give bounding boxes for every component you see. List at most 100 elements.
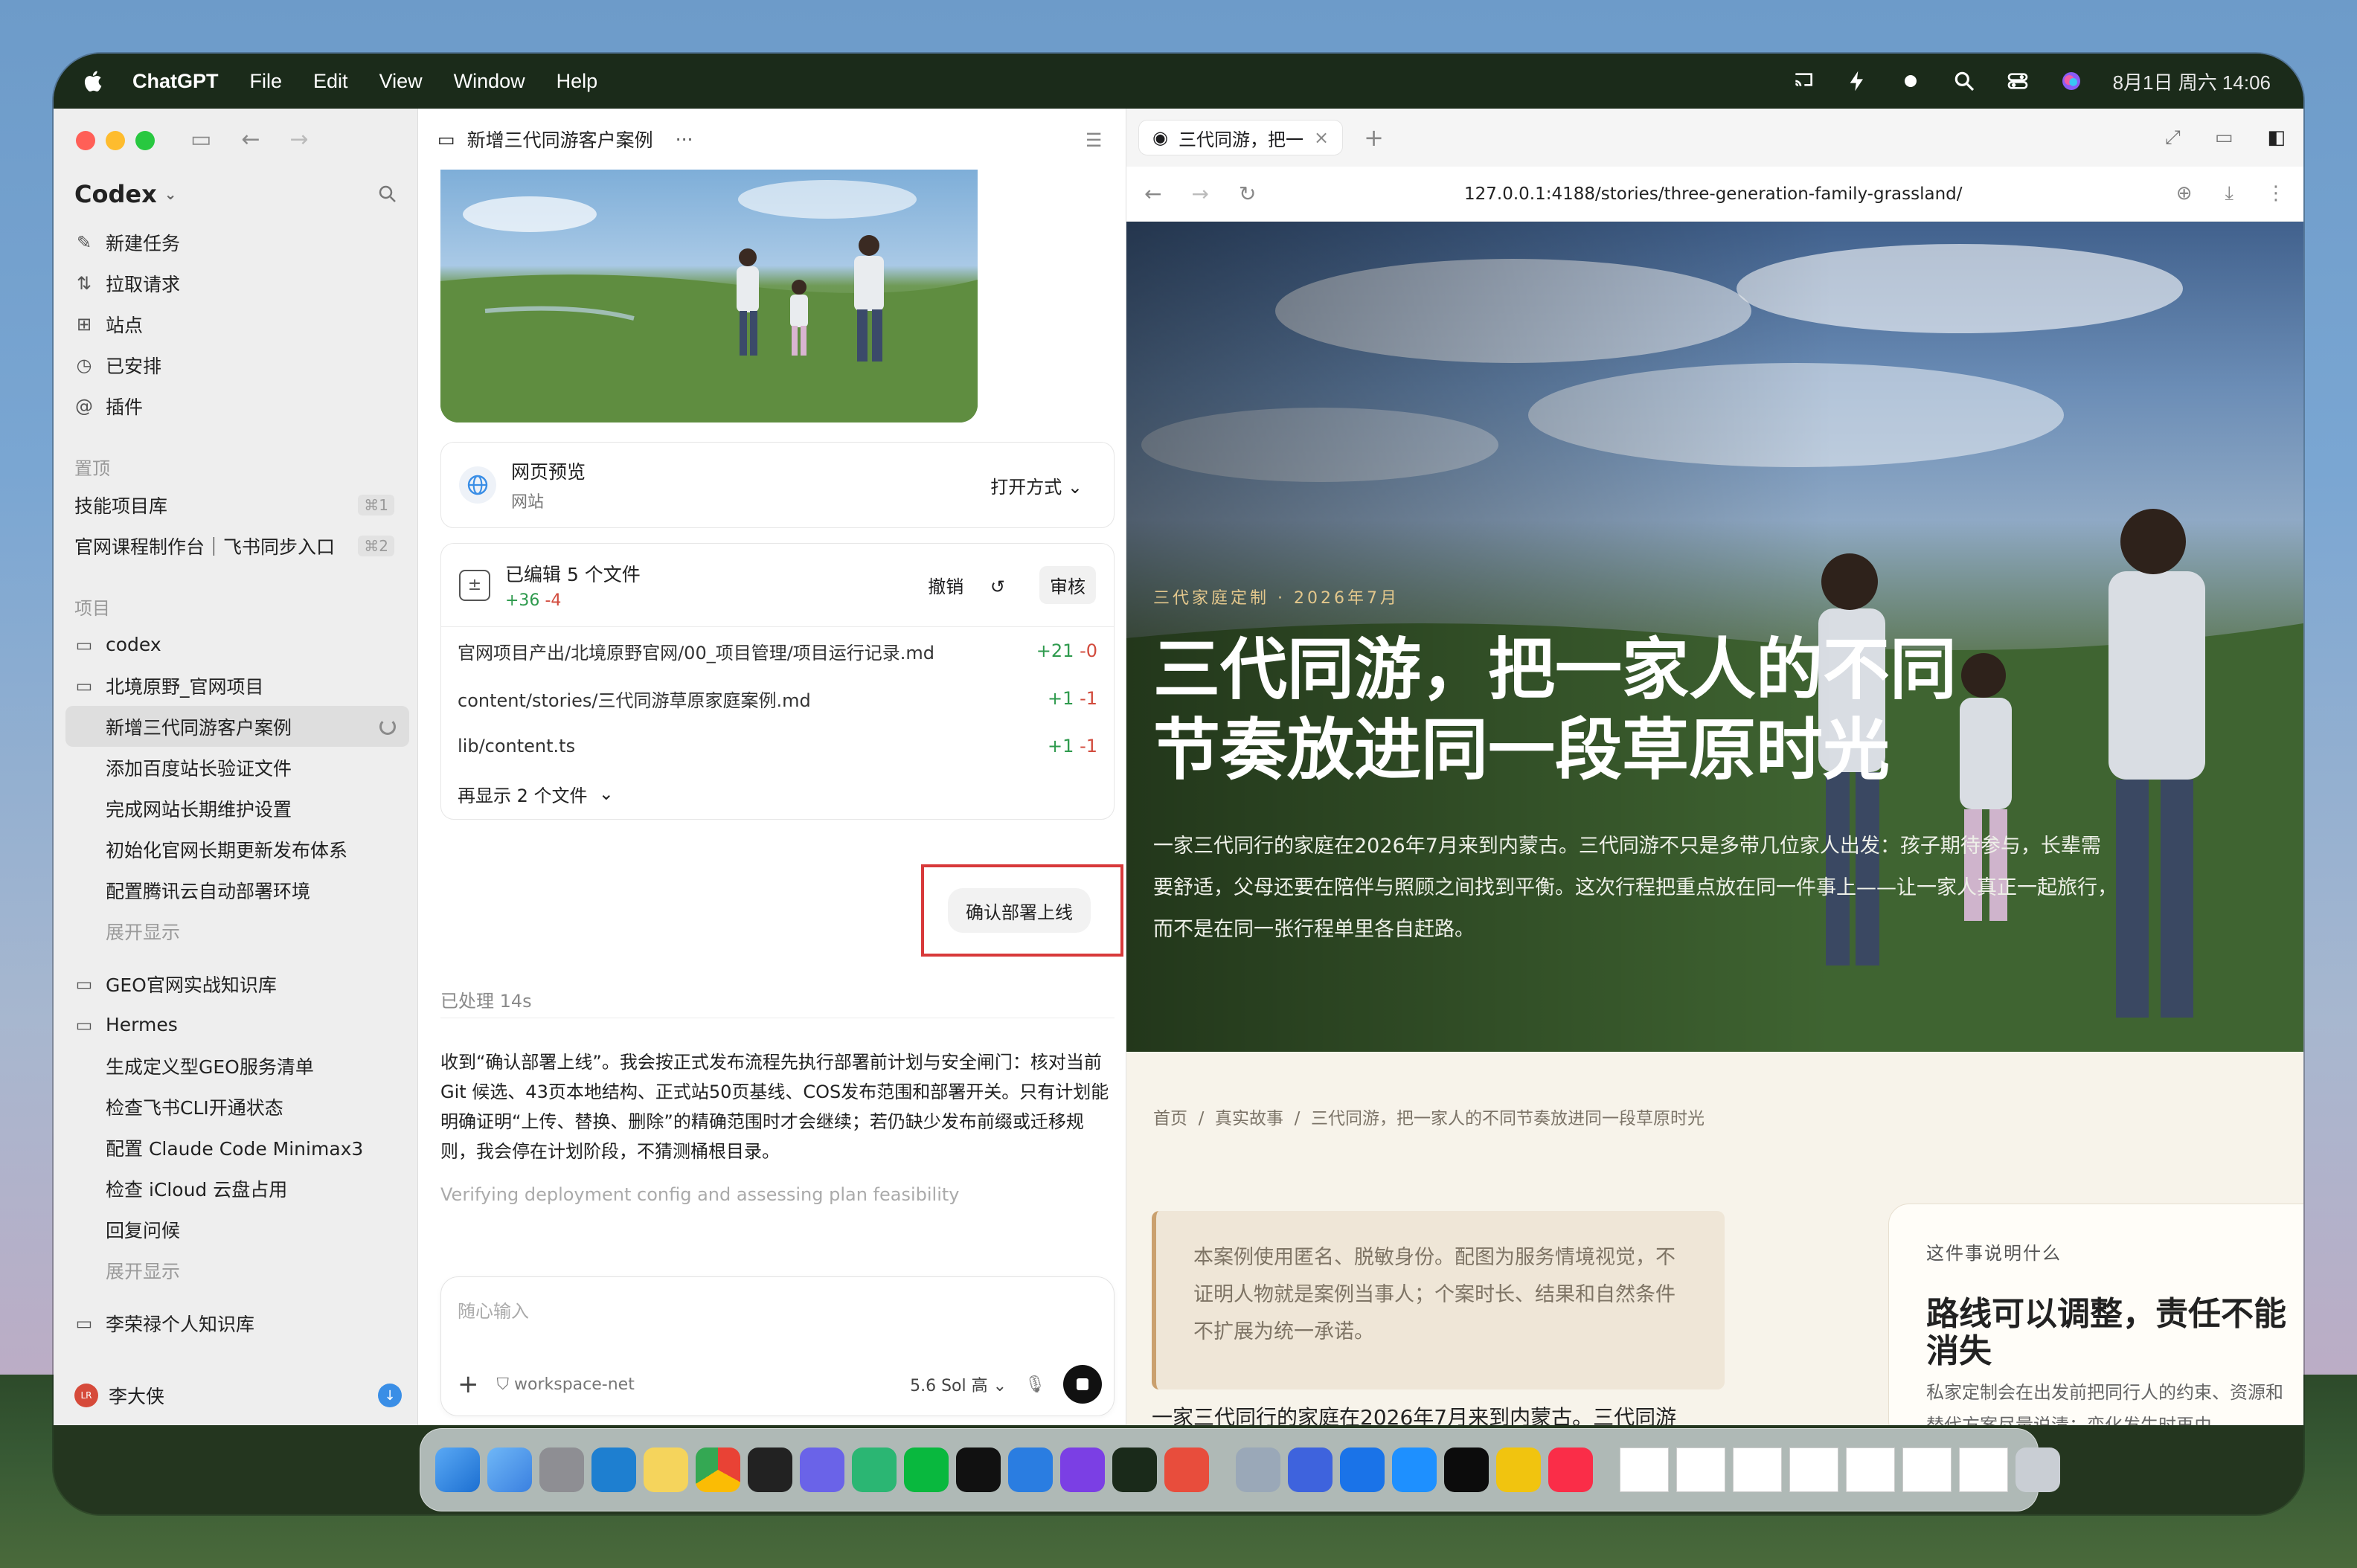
document-thumbnail[interactable] [1846, 1447, 1895, 1492]
lightning-app-icon[interactable] [1288, 1447, 1333, 1492]
breadcrumb-home[interactable]: 首页 [1153, 1109, 1187, 1128]
thread-item[interactable]: 生成定义型GEO服务清单 [74, 1045, 402, 1086]
reload-icon[interactable]: ↻ [1239, 181, 1256, 206]
more-menu-icon[interactable]: ⋮ [2266, 182, 2286, 205]
wave-app-icon[interactable] [1444, 1447, 1489, 1492]
file-row[interactable]: 官网项目产出/北境原野官网/00_项目管理/项目运行记录.md +21 -0 [441, 627, 1114, 675]
undo-button[interactable]: 撤销 ↺ [907, 566, 1026, 604]
thread-item[interactable]: 完成网站长期维护设置 [74, 788, 402, 829]
safari-icon[interactable] [1392, 1447, 1437, 1492]
apple-logo-icon[interactable] [80, 68, 107, 94]
composer-placeholder[interactable]: 随心输入 [458, 1297, 529, 1323]
workspace-selector[interactable]: ⛉ workspace-net [497, 1375, 635, 1394]
expand-icon[interactable]: ⤢ [2165, 126, 2181, 150]
list-view-icon[interactable]: ☰ [1085, 129, 1105, 151]
obsidian-icon[interactable] [1060, 1447, 1105, 1492]
menu-edit[interactable]: Edit [313, 70, 348, 93]
zoom-window-button[interactable] [135, 131, 155, 150]
close-tab-icon[interactable]: × [1314, 127, 1329, 148]
forward-arrow-icon[interactable]: → [1191, 181, 1208, 206]
menu-file[interactable]: File [250, 70, 283, 93]
chrome-icon[interactable] [696, 1447, 740, 1492]
file-row[interactable]: lib/content.ts +1 -1 [441, 722, 1114, 770]
activity-monitor-icon[interactable] [1112, 1447, 1157, 1492]
menu-help[interactable]: Help [557, 70, 598, 93]
document-thumbnail[interactable] [1959, 1447, 2008, 1492]
notes-icon[interactable] [644, 1447, 688, 1492]
pinned-item-skills[interactable]: 技能项目库 ⌘1 [74, 484, 402, 525]
open-with-button[interactable]: 打开方式 ⌄ [977, 464, 1096, 506]
thread-item[interactable]: 添加百度站长验证文件 [74, 747, 402, 788]
bird-app-icon[interactable] [1008, 1447, 1053, 1492]
sidebar-toggle-icon[interactable]: ▭ [190, 126, 211, 152]
user-account[interactable]: LR 李大侠 ↓ [74, 1382, 402, 1409]
model-selector[interactable]: 5.6 Sol 高 ⌄ [910, 1372, 1007, 1396]
document-thumbnail[interactable] [1620, 1447, 1669, 1492]
record-dot-icon[interactable] [1899, 69, 1923, 93]
show-more-files-button[interactable]: 再显示 2 个文件 ⌄ [441, 770, 1114, 817]
workspace-switcher[interactable]: Codex ⌄ [74, 180, 176, 208]
mail-icon[interactable] [487, 1447, 532, 1492]
music-icon[interactable] [1548, 1447, 1593, 1492]
review-button[interactable]: 审核 [1039, 566, 1096, 604]
stop-button[interactable] [1063, 1365, 1102, 1404]
thread-item-active[interactable]: 新增三代同游客户案例 [65, 706, 409, 747]
sidebar-item-pull-requests[interactable]: ⇅ 拉取请求 [74, 263, 402, 303]
web-preview-card[interactable]: 网页预览 网站 打开方式 ⌄ [440, 442, 1115, 528]
document-thumbnail[interactable] [1676, 1447, 1725, 1492]
browser-tab[interactable]: ◉ 三代同游，把一 × [1138, 120, 1344, 155]
menu-view[interactable]: View [379, 70, 423, 93]
document-thumbnail[interactable] [1733, 1447, 1782, 1492]
sidebar-item-plugins[interactable]: @ 插件 [74, 385, 402, 426]
thread-item[interactable]: 初始化官网长期更新发布体系 [74, 829, 402, 870]
project-personal[interactable]: ▭ 李荣禄个人知识库 [74, 1302, 402, 1343]
browser-app-icon[interactable] [1340, 1447, 1385, 1492]
project-beijing[interactable]: ▭ 北境原野_官网项目 [74, 665, 402, 706]
system-settings-icon[interactable] [539, 1447, 584, 1492]
show-more-link[interactable]: 展开显示 [74, 1250, 402, 1291]
message-composer[interactable]: 随心输入 + ⛉ workspace-net 5.6 Sol 高 ⌄ 🎙 [440, 1276, 1115, 1416]
cube-app-icon[interactable] [956, 1447, 1001, 1492]
wechat-icon[interactable] [904, 1447, 949, 1492]
thread-item[interactable]: 回复问候 [74, 1209, 402, 1250]
qq-browser-icon[interactable] [1496, 1447, 1541, 1492]
pinned-item-course[interactable]: 官网课程制作台｜飞书同步入口 ⌘2 [74, 525, 402, 566]
thread-item[interactable]: 配置腾讯云自动部署环境 [74, 870, 402, 910]
window-icon[interactable]: ▭ [2215, 126, 2233, 150]
document-thumbnail[interactable] [1789, 1447, 1838, 1492]
url-field[interactable]: 127.0.0.1:4188/stories/three-generation-… [1464, 184, 1963, 204]
project-hermes[interactable]: ▭ Hermes [74, 1004, 402, 1045]
forward-arrow-icon[interactable]: → [290, 126, 309, 152]
microphone-icon[interactable]: 🎙 [1024, 1375, 1045, 1394]
thread-item[interactable]: 检查飞书CLI开通状态 [74, 1086, 402, 1127]
close-window-button[interactable] [76, 131, 95, 150]
thread-item[interactable]: 配置 Claude Code Minimax3 [74, 1127, 402, 1168]
new-tab-button[interactable]: + [1364, 123, 1384, 152]
minimize-window-button[interactable] [106, 131, 125, 150]
chat-app-icon[interactable] [800, 1447, 844, 1492]
thread-item[interactable]: 检查 iCloud 云盘占用 [74, 1168, 402, 1209]
terminal-icon[interactable] [748, 1447, 792, 1492]
add-bookmark-icon[interactable]: ⊕ [2176, 182, 2193, 205]
feishu-icon[interactable] [852, 1447, 897, 1492]
add-attachment-icon[interactable]: + [458, 1369, 479, 1399]
split-view-icon[interactable]: ◧ [2267, 126, 2286, 150]
vscode-icon[interactable] [591, 1447, 636, 1492]
sidebar-search-icon[interactable] [376, 183, 399, 205]
menubar-clock[interactable]: 8月1日 周六 14:06 [2113, 68, 2271, 95]
project-geo[interactable]: ▭ GEO官网实战知识库 [74, 963, 402, 1004]
sidebar-item-new-task[interactable]: ✎ 新建任务 [74, 222, 402, 263]
download-icon[interactable]: ⤓ [2225, 182, 2234, 205]
search-icon[interactable] [1952, 69, 1976, 93]
control-center-icon[interactable] [2006, 69, 2030, 93]
finder-icon[interactable] [435, 1447, 480, 1492]
screen-mirror-icon[interactable] [1792, 69, 1815, 93]
project-codex[interactable]: ▭ codex [74, 624, 402, 665]
iphone-mirroring-icon[interactable] [1164, 1447, 1209, 1492]
download-update-icon[interactable]: ↓ [378, 1384, 402, 1407]
breadcrumb-stories[interactable]: 真实故事 [1215, 1109, 1283, 1128]
siri-icon[interactable] [2059, 69, 2083, 93]
back-arrow-icon[interactable]: ← [241, 126, 260, 152]
show-more-link[interactable]: 展开显示 [74, 910, 402, 951]
back-arrow-icon[interactable]: ← [1144, 181, 1161, 206]
